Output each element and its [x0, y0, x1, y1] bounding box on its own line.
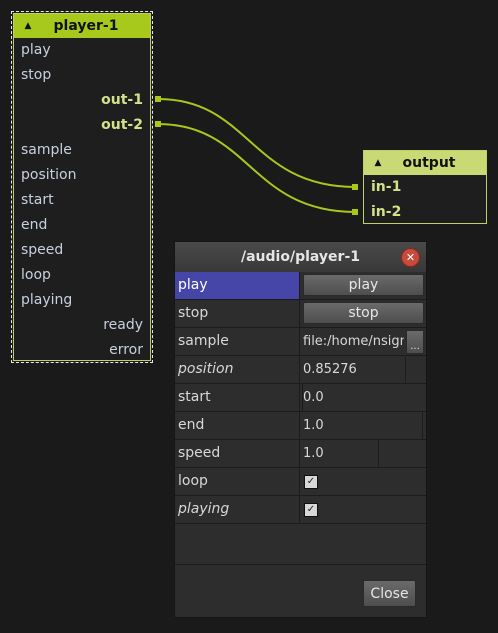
- sample-field[interactable]: file:/home/nsigma/: [303, 328, 404, 355]
- property-table: play play stop stop sample file:/home/ns…: [175, 272, 426, 565]
- property-label: loop: [175, 468, 300, 495]
- close-button[interactable]: Close: [363, 580, 416, 607]
- port-ready[interactable]: ready: [103, 313, 143, 338]
- property-label: playing: [175, 496, 300, 523]
- port-in-1[interactable]: in-1: [371, 175, 401, 200]
- port-out-1[interactable]: out-1: [101, 88, 143, 113]
- property-label: sample: [175, 328, 300, 355]
- table-row-play[interactable]: play play: [175, 272, 426, 300]
- playing-checkbox[interactable]: ✓: [304, 503, 318, 517]
- port-position[interactable]: position: [21, 163, 76, 188]
- port-play[interactable]: play: [21, 38, 51, 63]
- check-icon: ✓: [306, 504, 316, 515]
- port-stop[interactable]: stop: [21, 63, 51, 88]
- port-out-2-handle: [155, 121, 161, 127]
- browse-button[interactable]: ...: [406, 330, 424, 354]
- port-out-2[interactable]: out-2: [101, 113, 143, 138]
- port-in-1-handle: [352, 184, 358, 190]
- property-label: play: [175, 272, 300, 299]
- node-player-1[interactable]: ▲ player-1 play stop out-1 out-2 sample …: [11, 11, 153, 363]
- port-in-2[interactable]: in-2: [371, 200, 401, 225]
- port-sample[interactable]: sample: [21, 138, 72, 163]
- start-field[interactable]: 0.0: [303, 384, 324, 411]
- property-label: start: [175, 384, 300, 411]
- property-label: speed: [175, 440, 300, 467]
- node-output[interactable]: ▲ output in-1 in-2: [363, 150, 487, 224]
- node-title: player-1: [53, 18, 119, 34]
- port-out-1-handle: [155, 96, 161, 102]
- play-button[interactable]: play: [303, 274, 424, 296]
- node-header[interactable]: ▲ output: [364, 151, 486, 175]
- stop-button[interactable]: stop: [303, 302, 424, 324]
- table-row-playing[interactable]: playing ✓: [175, 496, 426, 524]
- port-in-2-handle: [352, 209, 358, 215]
- node-title: output: [402, 155, 456, 171]
- properties-dialog: /audio/player-1 ✕ play play stop stop sa…: [174, 241, 427, 618]
- port-loop[interactable]: loop: [21, 263, 51, 288]
- wire-out2-in2: [157, 123, 357, 213]
- table-row-stop[interactable]: stop stop: [175, 300, 426, 328]
- port-playing[interactable]: playing: [21, 288, 72, 313]
- table-row-end[interactable]: end 1.0: [175, 412, 426, 440]
- port-end[interactable]: end: [21, 213, 47, 238]
- loop-checkbox[interactable]: ✓: [304, 475, 318, 489]
- table-row-start[interactable]: start 0.0: [175, 384, 426, 412]
- port-error[interactable]: error: [109, 338, 143, 363]
- triangle-up-icon[interactable]: ▲: [14, 21, 42, 31]
- check-icon: ✓: [306, 476, 316, 487]
- table-row-position[interactable]: position 0.85276: [175, 356, 426, 384]
- port-start[interactable]: start: [21, 188, 54, 213]
- table-row-sample[interactable]: sample file:/home/nsigma/ ...: [175, 328, 426, 356]
- port-speed[interactable]: speed: [21, 238, 63, 263]
- end-field[interactable]: 1.0: [303, 412, 324, 439]
- speed-field[interactable]: 1.0: [303, 440, 324, 467]
- property-label: position: [175, 356, 300, 383]
- dialog-titlebar[interactable]: /audio/player-1 ✕: [175, 242, 426, 272]
- close-icon[interactable]: ✕: [401, 248, 420, 267]
- table-empty-area: [175, 524, 426, 565]
- table-row-loop[interactable]: loop ✓: [175, 468, 426, 496]
- table-row-speed[interactable]: speed 1.0: [175, 440, 426, 468]
- dialog-title: /audio/player-1: [241, 249, 360, 265]
- position-field[interactable]: 0.85276: [303, 356, 357, 383]
- node-header[interactable]: ▲ player-1: [14, 14, 150, 38]
- property-label: end: [175, 412, 300, 439]
- property-label: stop: [175, 300, 300, 327]
- triangle-up-icon[interactable]: ▲: [364, 158, 392, 168]
